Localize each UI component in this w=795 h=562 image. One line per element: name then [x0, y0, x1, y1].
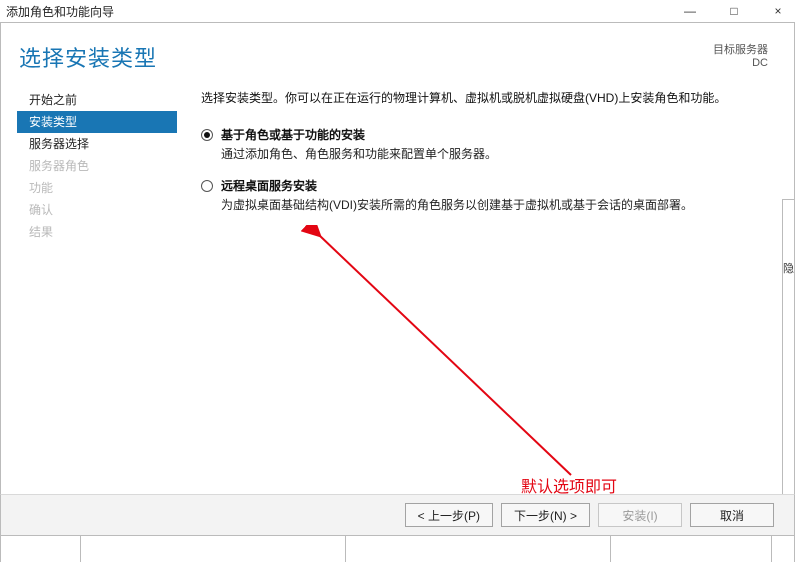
step-results: 结果	[17, 221, 177, 243]
close-button[interactable]: ×	[765, 2, 791, 20]
annotation-text: 默认选项即可	[521, 473, 617, 497]
prev-button[interactable]: < 上一步(P)	[405, 503, 493, 527]
window-controls: — □ ×	[677, 0, 791, 22]
step-features: 功能	[17, 177, 177, 199]
intro-text: 选择安装类型。你可以在正在运行的物理计算机、虚拟机或脱机虚拟硬盘(VHD)上安装…	[201, 89, 770, 108]
target-label: 目标服务器	[713, 41, 768, 57]
maximize-button[interactable]: □	[721, 2, 747, 20]
option-role-based[interactable]: 基于角色或基于功能的安装 通过添加角色、角色服务和功能来配置单个服务器。	[201, 126, 770, 163]
step-install-type[interactable]: 安装类型	[17, 111, 177, 133]
window-title: 添加角色和功能向导	[6, 3, 114, 20]
step-confirm: 确认	[17, 199, 177, 221]
wizard-steps: 开始之前 安装类型 服务器选择 服务器角色 功能 确认 结果	[17, 89, 177, 494]
gutter-char: 隐	[783, 260, 794, 276]
titlebar[interactable]: 添加角色和功能向导 — □ ×	[0, 0, 795, 22]
bottom-crop-lines	[0, 536, 795, 562]
dialog-body: 选择安装类型 目标服务器 DC 开始之前 安装类型 服务器选择 服务器角色 功能…	[0, 22, 795, 494]
radio-role-based[interactable]	[201, 129, 213, 141]
option-desc: 通过添加角色、角色服务和功能来配置单个服务器。	[221, 145, 770, 163]
target-server: 目标服务器 DC	[713, 41, 768, 69]
install-button: 安装(I)	[598, 503, 682, 527]
dialog-content: 开始之前 安装类型 服务器选择 服务器角色 功能 确认 结果 选择安装类型。你可…	[1, 83, 794, 494]
option-desc: 为虚拟桌面基础结构(VDI)安装所需的角色服务以创建基于虚拟机或基于会话的桌面部…	[221, 196, 770, 214]
cancel-button[interactable]: 取消	[690, 503, 774, 527]
step-server-select[interactable]: 服务器选择	[17, 133, 177, 155]
step-server-roles: 服务器角色	[17, 155, 177, 177]
right-gutter: 隐	[782, 199, 794, 494]
step-before-begin[interactable]: 开始之前	[17, 89, 177, 111]
dialog-footer: < 上一步(P) 下一步(N) > 安装(I) 取消	[0, 494, 795, 536]
option-title: 远程桌面服务安装	[221, 177, 770, 194]
main-panel: 选择安装类型。你可以在正在运行的物理计算机、虚拟机或脱机虚拟硬盘(VHD)上安装…	[177, 89, 778, 494]
wizard-window: 添加角色和功能向导 — □ × 选择安装类型 目标服务器 DC 开始之前 安装类…	[0, 0, 795, 562]
dialog-header: 选择安装类型 目标服务器 DC	[1, 23, 794, 83]
option-body: 基于角色或基于功能的安装 通过添加角色、角色服务和功能来配置单个服务器。	[221, 126, 770, 163]
option-rds[interactable]: 远程桌面服务安装 为虚拟桌面基础结构(VDI)安装所需的角色服务以创建基于虚拟机…	[201, 177, 770, 214]
page-title: 选择安装类型	[19, 41, 157, 73]
target-value: DC	[713, 57, 768, 69]
minimize-button[interactable]: —	[677, 2, 703, 20]
radio-rds[interactable]	[201, 180, 213, 192]
option-title: 基于角色或基于功能的安装	[221, 126, 770, 143]
option-body: 远程桌面服务安装 为虚拟桌面基础结构(VDI)安装所需的角色服务以创建基于虚拟机…	[221, 177, 770, 214]
next-button[interactable]: 下一步(N) >	[501, 503, 590, 527]
